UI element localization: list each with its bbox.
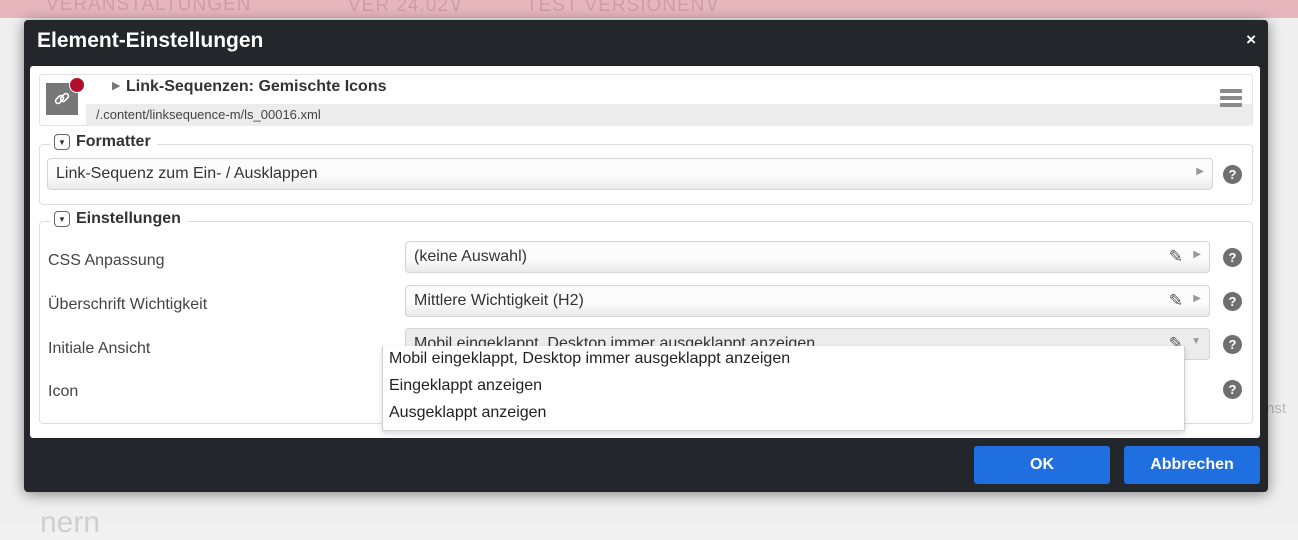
css-select[interactable]: (keine Auswahl) ✎ ▶	[405, 241, 1210, 273]
resource-header: ▶ Link-Sequenzen: Gemischte Icons /.cont…	[39, 74, 1253, 126]
settings-legend: ▼ Einstellungen	[50, 210, 187, 228]
formatter-fieldset: ▼ Formatter Link-Sequenz zum Ein- / Ausk…	[39, 133, 1253, 205]
dropdown-option[interactable]: Eingeklappt anzeigen	[383, 373, 1184, 400]
caret-down-icon: ▼	[1191, 336, 1201, 347]
bg-right-text: nst	[1266, 400, 1287, 417]
caret-right-icon: ▶	[1196, 166, 1204, 177]
background-top-bar: VERANSTALTUNGEN VER 24.02∨ TEST VERSIONE…	[0, 0, 1298, 18]
heading-importance-select[interactable]: Mittlere Wichtigkeit (H2) ✎ ▶	[405, 285, 1210, 317]
help-icon[interactable]: ?	[1223, 380, 1242, 399]
css-label: CSS Anpassung	[48, 252, 165, 269]
help-icon[interactable]: ?	[1223, 335, 1242, 354]
icon-label: Icon	[48, 383, 79, 400]
bg-nav-item: VER 24.02∨	[348, 0, 464, 16]
caret-right-icon: ▶	[1193, 293, 1201, 304]
resource-path: /.content/linksequence-m/ls_00016.xml	[96, 107, 321, 122]
formatter-legend: ▼ Formatter	[50, 133, 157, 151]
close-icon[interactable]: ×	[1246, 30, 1256, 50]
caret-right-icon: ▶	[1193, 249, 1201, 260]
expand-arrow-icon[interactable]: ▶	[112, 79, 120, 92]
pencil-icon[interactable]: ✎	[1169, 247, 1183, 267]
dropdown-option[interactable]: Mobil eingeklappt, Desktop immer ausgekl…	[383, 346, 1184, 373]
help-icon[interactable]: ?	[1223, 165, 1242, 184]
help-icon[interactable]: ?	[1223, 292, 1242, 311]
initial-view-label: Initiale Ansicht	[48, 340, 151, 357]
bg-nav-item: VERANSTALTUNGEN	[46, 0, 252, 15]
pencil-icon[interactable]: ✎	[1169, 291, 1183, 311]
initial-view-dropdown: Mobil eingeklappt, Desktop immer ausgekl…	[382, 346, 1185, 431]
ok-button[interactable]: OK	[974, 446, 1110, 484]
dropdown-option[interactable]: Ausgeklappt anzeigen	[383, 400, 1184, 427]
heading-importance-label: Überschrift Wichtigkeit	[48, 296, 208, 313]
cancel-button[interactable]: Abbrechen	[1124, 446, 1260, 484]
collapse-toggle-icon[interactable]: ▼	[54, 211, 70, 227]
menu-icon[interactable]	[1220, 89, 1242, 110]
collapse-toggle-icon[interactable]: ▼	[54, 134, 70, 150]
help-icon[interactable]: ?	[1223, 248, 1242, 267]
bg-nav-item: TEST VERSIONEN∨	[526, 0, 721, 16]
status-dot-icon	[69, 77, 85, 93]
bg-bottom-text: nern	[40, 506, 101, 539]
formatter-select[interactable]: Link-Sequenz zum Ein- / Ausklappen ▶	[47, 158, 1213, 190]
dialog-title: Element-Einstellungen	[37, 29, 264, 52]
resource-title: Link-Sequenzen: Gemischte Icons	[126, 78, 387, 95]
